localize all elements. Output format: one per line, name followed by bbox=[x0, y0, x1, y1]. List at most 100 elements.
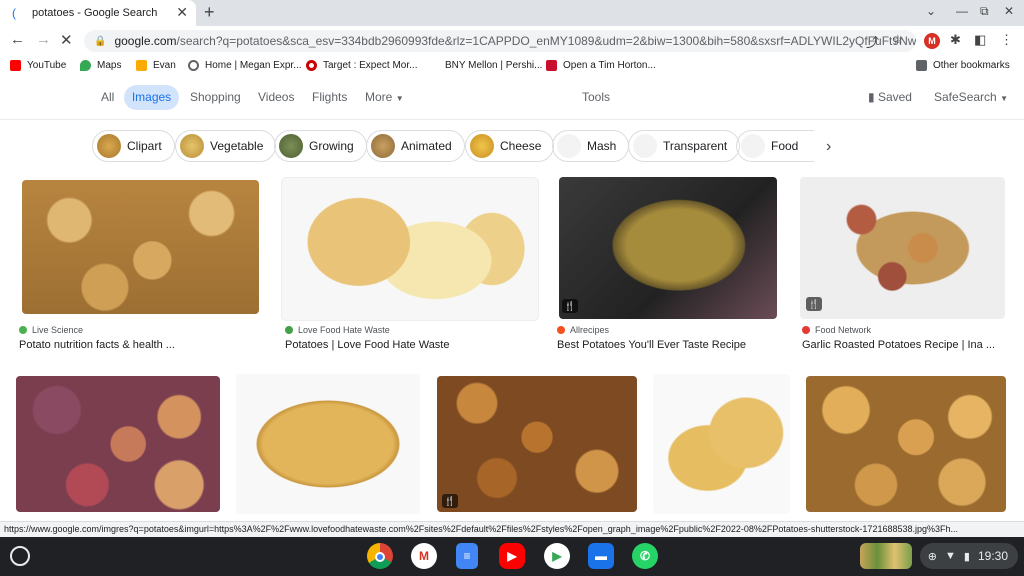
launcher-icon[interactable] bbox=[10, 546, 30, 566]
menu-kebab-icon[interactable]: ⋮ bbox=[1000, 32, 1013, 48]
chip-growing[interactable]: Growing bbox=[274, 130, 367, 162]
chip-thumb bbox=[470, 134, 494, 158]
bookmark-evan[interactable]: Evan bbox=[136, 60, 176, 71]
result-image-allrecipes[interactable] bbox=[559, 177, 777, 319]
tab-all[interactable]: All bbox=[101, 90, 114, 104]
google-search-nav: All Images Shopping Videos Flights More … bbox=[0, 80, 1024, 120]
tab-shopping[interactable]: Shopping bbox=[190, 90, 241, 104]
extensions-puzzle-icon[interactable]: ✱ bbox=[950, 32, 961, 48]
chip-clipart[interactable]: Clipart bbox=[92, 130, 175, 162]
status-tray[interactable]: ⊕ ▼ ▮ 19:30 bbox=[920, 543, 1018, 569]
safesearch-button[interactable]: SafeSearch ▼ bbox=[934, 90, 1008, 104]
maps-icon bbox=[80, 60, 91, 71]
source-favicon bbox=[19, 326, 27, 334]
loading-icon: ( bbox=[12, 6, 16, 20]
tab-flights[interactable]: Flights bbox=[312, 90, 347, 104]
result-image-mixed-potatoes[interactable] bbox=[16, 376, 220, 512]
bookmark-bny[interactable]: BNY Mellon | Pershi... bbox=[428, 60, 542, 71]
result-image-food-network[interactable] bbox=[800, 177, 1005, 319]
share-icon[interactable]: ⤴ bbox=[866, 32, 879, 51]
back-icon[interactable]: ← bbox=[10, 31, 25, 48]
close-tab-icon[interactable]: ✕ bbox=[176, 4, 188, 21]
chip-cheese[interactable]: Cheese bbox=[465, 130, 555, 162]
stop-icon[interactable]: ✕ bbox=[60, 31, 73, 49]
result-source: Allrecipes bbox=[557, 325, 609, 335]
new-tab-button[interactable]: + bbox=[204, 0, 215, 26]
result-image-roasted-cubes[interactable] bbox=[437, 376, 637, 512]
more-label: More bbox=[365, 90, 393, 104]
result-title[interactable]: Potato nutrition facts & health ... bbox=[19, 339, 175, 351]
bookmark-youtube[interactable]: YouTube bbox=[10, 60, 66, 71]
bookmark-target[interactable]: Target : Expect Mor... bbox=[306, 60, 417, 71]
chip-food[interactable]: Food bbox=[736, 130, 814, 162]
source-favicon bbox=[557, 326, 565, 334]
result-source: Love Food Hate Waste bbox=[285, 325, 390, 335]
play-store-icon[interactable]: ▶ bbox=[544, 543, 570, 569]
bookmark-icon: ▮ bbox=[868, 90, 875, 104]
tab-strip: ( potatoes - Google Search ✕ + ⌄ — ⧉ ✕ bbox=[0, 0, 1024, 26]
chip-transparent[interactable]: Transparent bbox=[628, 130, 741, 162]
whatsapp-icon[interactable]: ✆ bbox=[632, 543, 658, 569]
close-window-icon[interactable]: ✕ bbox=[1004, 4, 1014, 18]
folder-icon bbox=[136, 60, 147, 71]
chip-thumb bbox=[633, 134, 657, 158]
chip-thumb bbox=[97, 134, 121, 158]
site-icon bbox=[188, 60, 199, 71]
gmail-icon[interactable]: M bbox=[411, 543, 437, 569]
extension-m-icon[interactable]: M bbox=[924, 33, 940, 49]
saved-button[interactable]: ▮ Saved bbox=[868, 90, 912, 104]
chip-thumb bbox=[741, 134, 765, 158]
tab-images[interactable]: Images bbox=[124, 85, 179, 110]
bookmark-megan[interactable]: Home | Megan Expr... bbox=[188, 60, 302, 71]
chip-mash[interactable]: Mash bbox=[552, 130, 630, 162]
tools-button[interactable]: Tools bbox=[582, 90, 610, 104]
chip-animated[interactable]: Animated bbox=[366, 130, 465, 162]
forward-icon[interactable]: → bbox=[36, 31, 51, 48]
safesearch-label: SafeSearch bbox=[934, 90, 997, 104]
result-image-single-potato[interactable] bbox=[236, 374, 420, 514]
result-source: Live Science bbox=[19, 325, 83, 335]
url-host: google.com bbox=[114, 34, 177, 48]
result-title[interactable]: Garlic Roasted Potatoes Recipe | Ina ... bbox=[802, 339, 995, 351]
caret-down-icon: ▼ bbox=[1000, 94, 1008, 103]
tab-potatoes[interactable]: ( potatoes - Google Search ✕ bbox=[0, 0, 196, 26]
result-image-live-science[interactable] bbox=[22, 180, 259, 314]
target-icon bbox=[306, 60, 317, 71]
other-bookmarks[interactable]: Other bookmarks bbox=[916, 60, 1010, 71]
tab-title: potatoes - Google Search bbox=[32, 7, 158, 19]
youtube-icon[interactable]: ▶ bbox=[499, 543, 525, 569]
tab-videos[interactable]: Videos bbox=[258, 90, 294, 104]
result-title[interactable]: Best Potatoes You'll Ever Taste Recipe bbox=[557, 339, 746, 351]
chip-thumb bbox=[557, 134, 581, 158]
docs-icon[interactable]: ≡ bbox=[456, 543, 478, 569]
result-image-two-potatoes[interactable] bbox=[653, 374, 790, 514]
restore-icon[interactable]: ⧉ bbox=[980, 4, 989, 19]
link-status-bar: https://www.google.com/imgres?q=potatoes… bbox=[0, 521, 1024, 537]
minimize-icon[interactable]: — bbox=[956, 4, 968, 18]
youtube-icon bbox=[10, 60, 21, 71]
address-bar[interactable]: 🔒 google.com /search?q=potatoes&sca_esv=… bbox=[84, 30, 916, 52]
battery-icon: ▮ bbox=[963, 550, 970, 563]
result-title[interactable]: Potatoes | Love Food Hate Waste bbox=[285, 339, 449, 351]
site-info-icon[interactable]: 🔒 bbox=[94, 36, 106, 47]
tote-thumbnail[interactable] bbox=[860, 543, 912, 569]
result-source: Food Network bbox=[802, 325, 871, 335]
chrome-icon[interactable] bbox=[367, 543, 393, 569]
saved-label: Saved bbox=[877, 90, 912, 104]
result-image-potato-pile[interactable] bbox=[806, 376, 1006, 512]
files-icon[interactable]: ▬ bbox=[588, 543, 614, 569]
result-image-love-food[interactable] bbox=[282, 178, 538, 320]
bookmark-tim-hortons[interactable]: Open a Tim Horton... bbox=[546, 60, 656, 71]
refinement-chips: Clipart Vegetable Growing Animated Chees… bbox=[0, 130, 1024, 164]
tab-search-icon[interactable]: ⌄ bbox=[926, 4, 936, 18]
maple-leaf-icon bbox=[546, 60, 557, 71]
chip-vegetable[interactable]: Vegetable bbox=[175, 130, 277, 162]
bookmark-star-icon[interactable]: ☆ bbox=[892, 32, 904, 48]
recipe-icon: 🍴 bbox=[442, 494, 458, 508]
side-panel-icon[interactable]: ◧ bbox=[974, 32, 986, 48]
recipe-icon: 🍴 bbox=[806, 297, 822, 311]
chips-next-icon[interactable]: › bbox=[826, 138, 831, 156]
source-favicon bbox=[802, 326, 810, 334]
bookmark-maps[interactable]: Maps bbox=[80, 60, 121, 71]
tab-more[interactable]: More ▼ bbox=[365, 90, 404, 104]
